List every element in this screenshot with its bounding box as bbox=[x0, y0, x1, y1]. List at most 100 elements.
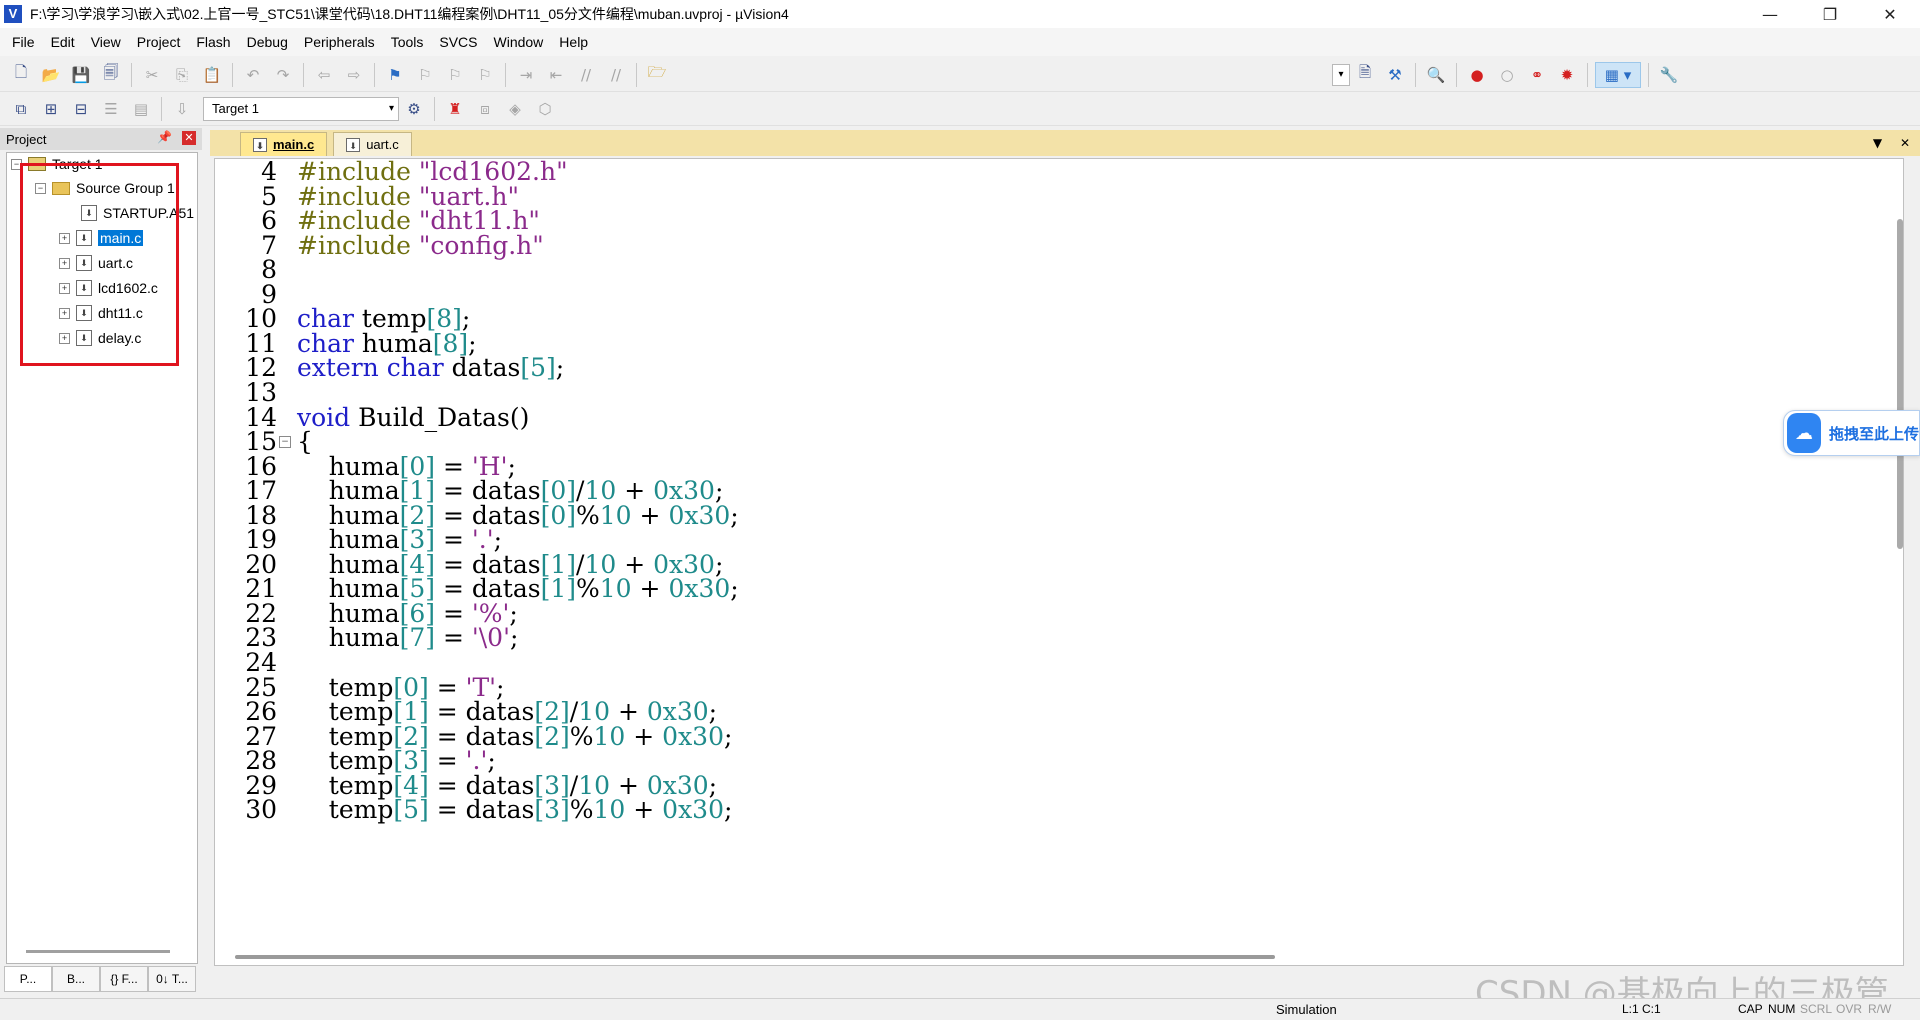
target-options-icon[interactable]: ⚙ bbox=[401, 96, 427, 122]
title-bar: V F:\学习\学浪学习\嵌入式\02.上官一号_STC51\课堂代码\18.D… bbox=[0, 0, 1920, 28]
toolbar-separator bbox=[434, 96, 435, 121]
chevron-down-icon[interactable]: ▼ bbox=[1873, 136, 1882, 150]
tab-uart-c[interactable]: ⬇ uart.c bbox=[333, 132, 412, 156]
build-toolbar: ⧉ ⊞ ⊟ ☰ ▤ ⇩ Target 1 ▾ ⚙ ♜ ⧈ ◈ ⬡ bbox=[0, 92, 1920, 126]
select-packs-icon[interactable]: ⧈ bbox=[472, 96, 498, 122]
find-icon[interactable]: 🗎 bbox=[1352, 62, 1378, 88]
translate-icon[interactable]: ⧉ bbox=[8, 96, 34, 122]
annotation-highlight-box bbox=[20, 163, 179, 366]
configure-icon[interactable]: 🔧 bbox=[1656, 62, 1682, 88]
rebuild-icon[interactable]: ⊟ bbox=[68, 96, 94, 122]
target-select[interactable]: Target 1 ▾ bbox=[203, 96, 399, 121]
toolbar-separator bbox=[1456, 62, 1457, 87]
run-time-environment-icon[interactable]: ⬡ bbox=[532, 96, 558, 122]
toolbar-separator bbox=[161, 96, 162, 121]
fold-collapse-icon[interactable]: − bbox=[279, 436, 291, 449]
window-title: F:\学习\学浪学习\嵌入式\02.上官一号_STC51\课堂代码\18.DHT… bbox=[30, 6, 789, 22]
tab-project[interactable]: P... bbox=[4, 966, 52, 992]
menu-view[interactable]: View bbox=[83, 28, 129, 56]
breakpoint-kill-all-icon[interactable]: ✹ bbox=[1554, 62, 1580, 88]
download-load-icon[interactable]: ⇩ bbox=[169, 96, 195, 122]
status-num: NUM bbox=[1768, 1002, 1796, 1016]
toolbar-separator bbox=[636, 62, 637, 87]
redo-icon[interactable]: ↷ bbox=[270, 62, 296, 88]
restore-button[interactable]: ❐ bbox=[1800, 0, 1860, 28]
drag-upload-widget[interactable]: ☁ 拖拽至此上传 bbox=[1783, 410, 1920, 456]
close-icon[interactable]: ✕ bbox=[182, 131, 196, 145]
toolbar-separator bbox=[1648, 62, 1649, 87]
undo-icon[interactable]: ↶ bbox=[240, 62, 266, 88]
pin-icon[interactable]: 📌 bbox=[157, 130, 172, 144]
incremental-find-icon[interactable]: ⚒ bbox=[1382, 62, 1408, 88]
file-toolbar: 🗋 📂 💾 🗐 ✂ ⎘ 📋 ↶ ↷ ⇦ ⇨ ⚑ ⚐ ⚐ ⚐ ⇥ ⇤ // // … bbox=[0, 58, 1920, 92]
status-rw: R/W bbox=[1868, 1002, 1892, 1016]
window-layout-icon[interactable]: ▦ ▾ bbox=[1595, 61, 1641, 88]
upload-widget-label: 拖拽至此上传 bbox=[1828, 424, 1919, 443]
paste-icon[interactable]: 📋 bbox=[199, 62, 225, 88]
bookmark-next-icon[interactable]: ⚐ bbox=[442, 62, 468, 88]
file-icon: ⬇ bbox=[253, 137, 267, 152]
breakpoint-disable-all-icon[interactable]: ⚭ bbox=[1524, 62, 1550, 88]
tab-templates[interactable]: 0↓ T... bbox=[148, 966, 196, 992]
menu-edit[interactable]: Edit bbox=[43, 28, 83, 56]
status-ovr: OVR bbox=[1836, 1002, 1863, 1016]
minimize-button[interactable]: — bbox=[1740, 0, 1800, 28]
menu-peripherals[interactable]: Peripherals bbox=[296, 28, 383, 56]
copy-icon[interactable]: ⎘ bbox=[169, 62, 195, 88]
bookmark-clear-icon[interactable]: ⚐ bbox=[472, 62, 498, 88]
code-line[interactable]: 30 temp[5] = datas[3]%10 + 0x30; bbox=[215, 795, 1875, 825]
menu-flash[interactable]: Flash bbox=[188, 28, 238, 56]
breakpoint-disable-icon[interactable]: ○ bbox=[1494, 62, 1520, 88]
pack-installer-icon[interactable]: ◈ bbox=[502, 96, 528, 122]
code-text: temp[5] = datas[3]%10 + 0x30; bbox=[297, 795, 733, 825]
menu-project[interactable]: Project bbox=[129, 28, 189, 56]
menu-window[interactable]: Window bbox=[486, 28, 552, 56]
file-icon: ⬇ bbox=[346, 137, 361, 152]
build-icon[interactable]: ⊞ bbox=[38, 96, 64, 122]
vertical-scrollbar[interactable] bbox=[1897, 219, 1903, 549]
close-icon[interactable]: ✕ bbox=[1900, 136, 1910, 150]
breakpoint-insert-icon[interactable]: ● bbox=[1464, 62, 1490, 88]
comment-icon[interactable]: // bbox=[573, 62, 599, 88]
tab-functions[interactable]: {} F... bbox=[100, 966, 148, 992]
find-combo-arrow-icon[interactable]: ▾ bbox=[1332, 63, 1350, 86]
nav-back-icon[interactable]: ⇦ bbox=[311, 62, 337, 88]
menu-help[interactable]: Help bbox=[551, 28, 596, 56]
debug-start-icon[interactable]: 🔍 bbox=[1423, 62, 1449, 88]
batch-build-icon[interactable]: ☰ bbox=[98, 96, 124, 122]
tab-label: main.c bbox=[273, 137, 315, 152]
save-all-icon[interactable]: 🗐 bbox=[98, 62, 124, 88]
menu-tools[interactable]: Tools bbox=[383, 28, 432, 56]
close-button[interactable]: ✕ bbox=[1860, 0, 1920, 28]
open-file-icon[interactable]: 📂 bbox=[38, 62, 64, 88]
horizontal-scrollbar[interactable] bbox=[235, 955, 1275, 959]
toolbar-separator bbox=[505, 62, 506, 87]
indent-icon[interactable]: ⇥ bbox=[513, 62, 539, 88]
stop-build-icon[interactable]: ▤ bbox=[128, 96, 154, 122]
tab-books[interactable]: B... bbox=[52, 966, 100, 992]
bookmark-prev-icon[interactable]: ⚐ bbox=[412, 62, 438, 88]
uncomment-icon[interactable]: // bbox=[603, 62, 629, 88]
new-file-icon[interactable]: 🗋 bbox=[8, 62, 34, 88]
bookmark-toggle-icon[interactable]: ⚑ bbox=[382, 62, 408, 88]
chevron-down-icon: ▾ bbox=[388, 103, 394, 114]
cut-icon[interactable]: ✂ bbox=[139, 62, 165, 88]
status-cursor-position: L:1 C:1 bbox=[1622, 1002, 1661, 1016]
menu-file[interactable]: File bbox=[4, 28, 43, 56]
unindent-icon[interactable]: ⇤ bbox=[543, 62, 569, 88]
save-icon[interactable]: 💾 bbox=[68, 62, 94, 88]
horizontal-scrollbar[interactable] bbox=[26, 950, 170, 953]
nav-forward-icon[interactable]: ⇨ bbox=[341, 62, 367, 88]
menu-debug[interactable]: Debug bbox=[239, 28, 296, 56]
tab-main-c[interactable]: ⬇ main.c bbox=[240, 132, 328, 156]
toolbar-separator bbox=[131, 62, 132, 87]
menu-svcs[interactable]: SVCS bbox=[431, 28, 485, 56]
toolbar-separator bbox=[1415, 62, 1416, 87]
toolbar-separator bbox=[1587, 62, 1588, 87]
code-editor[interactable]: 4 #include "lcd1602.h" 5 #include "uart.h" 6… bbox=[214, 158, 1904, 966]
uvision-app-icon: V bbox=[4, 5, 22, 23]
find-in-files-icon[interactable]: 🗁 bbox=[644, 62, 670, 88]
manage-components-icon[interactable]: ♜ bbox=[442, 96, 468, 122]
toolbar-separator bbox=[374, 62, 375, 87]
target-select-value: Target 1 bbox=[212, 101, 259, 116]
